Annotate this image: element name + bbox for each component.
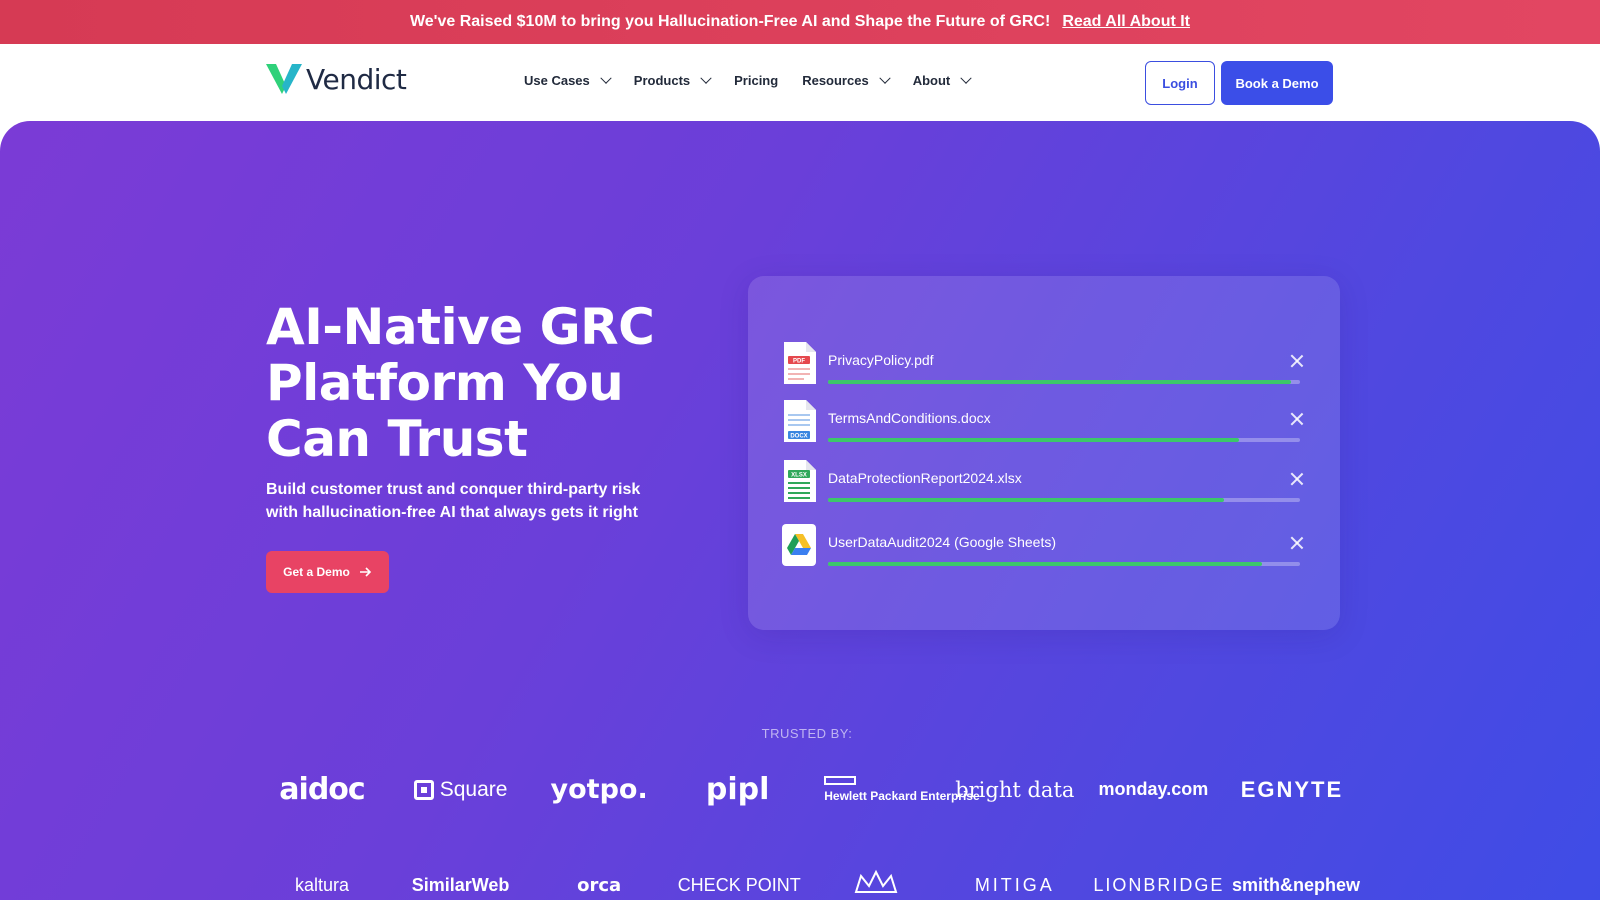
get-demo-button[interactable]: Get a Demo bbox=[266, 551, 389, 593]
nav-pricing[interactable]: Pricing bbox=[734, 73, 778, 88]
upload-card: PDF PrivacyPolicy.pdf DOCX TermsAndCondi… bbox=[748, 276, 1340, 630]
nav-products[interactable]: Products bbox=[633, 72, 712, 88]
customer-logos-row-1: aidoc Square yotpo. pipl Hewlett Packard… bbox=[262, 772, 1352, 807]
hero-title: AI-Native GRC Platform You Can Trust bbox=[266, 298, 655, 468]
get-demo-label: Get a Demo bbox=[283, 565, 350, 579]
close-icon[interactable] bbox=[1290, 354, 1304, 368]
upload-progress-bar bbox=[828, 380, 1300, 384]
progress-fill bbox=[828, 438, 1239, 442]
docx-file-icon: DOCX bbox=[784, 400, 816, 442]
file-name: TermsAndConditions.docx bbox=[828, 410, 991, 426]
file-name: PrivacyPolicy.pdf bbox=[828, 352, 934, 368]
chevron-down-icon bbox=[960, 72, 972, 84]
svg-text:PDF: PDF bbox=[793, 359, 805, 365]
upload-item: XLSX DataProtectionReport2024.xlsx bbox=[782, 460, 1308, 510]
main-menu: Use Cases Products Pricing Resources Abo… bbox=[524, 72, 972, 88]
svg-text:DOCX: DOCX bbox=[790, 434, 807, 440]
square-logo-icon bbox=[413, 779, 434, 800]
top-nav: Vendict Use Cases Products Pricing Resou… bbox=[0, 44, 1600, 122]
nav-resources[interactable]: Resources bbox=[802, 72, 891, 88]
announcement-bar: We've Raised $10M to bring you Hallucina… bbox=[0, 0, 1600, 44]
login-button[interactable]: Login bbox=[1145, 61, 1215, 105]
bright-data-logo: bright data bbox=[955, 777, 1075, 802]
progress-fill bbox=[828, 562, 1263, 566]
upload-item: PDF PrivacyPolicy.pdf bbox=[782, 342, 1308, 392]
upload-item: DOCX TermsAndConditions.docx bbox=[782, 400, 1308, 450]
pipl-logo: pipl bbox=[705, 772, 770, 807]
aidoc-logo: aidoc bbox=[279, 772, 365, 807]
vendict-logo[interactable]: Vendict bbox=[266, 62, 407, 96]
square-logo-text: Square bbox=[439, 777, 508, 801]
orca-logo: orca bbox=[577, 875, 622, 896]
nav-products-label: Products bbox=[633, 73, 691, 88]
upload-progress-bar bbox=[828, 438, 1300, 442]
chevron-down-icon bbox=[700, 72, 712, 84]
svg-text:XLSX: XLSX bbox=[791, 473, 807, 479]
upload-item: UserDataAudit2024 (Google Sheets) bbox=[782, 524, 1308, 574]
nav-resources-label: Resources bbox=[802, 73, 869, 88]
book-demo-button[interactable]: Book a Demo bbox=[1221, 61, 1333, 105]
close-icon[interactable] bbox=[1290, 472, 1304, 486]
lionbridge-logo: LIONBRIDGE bbox=[1093, 875, 1225, 895]
nav-use-cases-label: Use Cases bbox=[524, 73, 590, 88]
yotpo-logo: yotpo. bbox=[550, 774, 648, 805]
file-name: UserDataAudit2024 (Google Sheets) bbox=[828, 534, 1057, 550]
announcement-text: We've Raised $10M to bring you Hallucina… bbox=[409, 13, 1051, 30]
hpe-logo-icon bbox=[824, 776, 857, 785]
hpe-logo: Hewlett Packard Enterprise bbox=[816, 776, 980, 803]
customer-logos-row-2: kaltura SimilarWeb orca CHECK POINT MITI… bbox=[262, 868, 1360, 900]
crown-icon bbox=[854, 869, 898, 893]
similarweb-logo: SimilarWeb bbox=[411, 875, 510, 895]
nav-pricing-label: Pricing bbox=[734, 73, 779, 88]
square-logo: Square bbox=[401, 778, 521, 802]
file-name: DataProtectionReport2024.xlsx bbox=[828, 470, 1022, 486]
progress-fill bbox=[828, 380, 1291, 384]
xlsx-file-icon: XLSX bbox=[784, 460, 816, 502]
nav-about[interactable]: About bbox=[912, 72, 972, 88]
chevron-down-icon bbox=[879, 72, 891, 84]
progress-fill bbox=[828, 498, 1225, 502]
nav-use-cases[interactable]: Use Cases bbox=[524, 72, 612, 88]
chevron-down-icon bbox=[600, 72, 612, 84]
logo-text: Vendict bbox=[306, 62, 407, 96]
check-point-logo: CHECK POINT bbox=[677, 875, 801, 895]
close-icon[interactable] bbox=[1290, 536, 1304, 550]
kaltura-logo: kaltura bbox=[294, 875, 350, 895]
arrow-right-icon bbox=[359, 567, 371, 577]
close-icon[interactable] bbox=[1290, 412, 1304, 426]
announcement-link[interactable]: Read All About It bbox=[1062, 13, 1190, 31]
vendict-logo-icon bbox=[266, 64, 302, 94]
pdf-file-icon: PDF bbox=[784, 342, 816, 384]
crown-logo bbox=[816, 868, 936, 900]
monday-logo: monday.com bbox=[1098, 779, 1209, 799]
upload-progress-bar bbox=[828, 562, 1300, 566]
hero-subtitle: Build customer trust and conquer third-p… bbox=[266, 481, 641, 521]
google-drive-icon bbox=[782, 524, 816, 566]
upload-progress-bar bbox=[828, 498, 1300, 502]
trusted-by-label: TRUSTED BY: bbox=[761, 726, 853, 741]
mitiga-logo: MITIGA bbox=[974, 875, 1055, 895]
smith-nephew-logo: smith&nephew bbox=[1231, 875, 1360, 895]
egnyte-logo: EGNYTE bbox=[1240, 776, 1344, 802]
nav-about-label: About bbox=[912, 73, 951, 88]
